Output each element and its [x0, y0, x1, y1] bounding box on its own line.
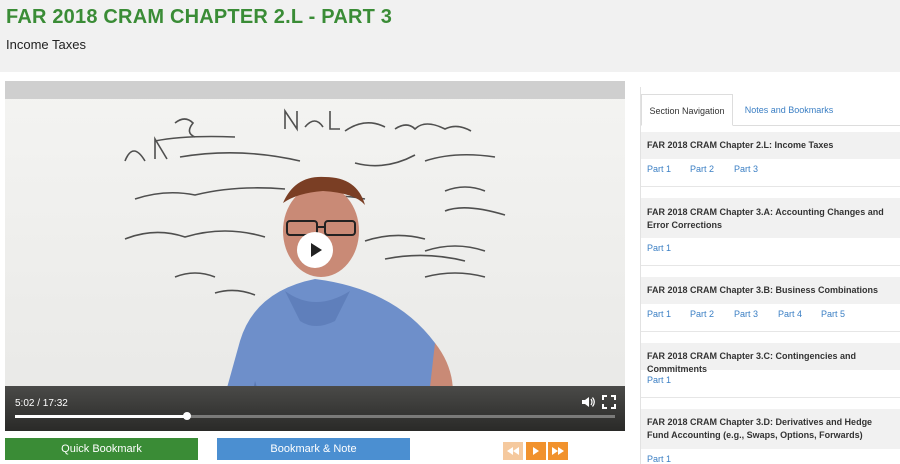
part-link[interactable]: Part 1	[647, 375, 671, 385]
section-title: FAR 2018 CRAM Chapter 3.A: Accounting Ch…	[647, 207, 884, 230]
video-progress-bar[interactable]	[15, 412, 615, 420]
section-divider	[641, 331, 900, 332]
page-header: FAR 2018 CRAM CHAPTER 2.L - PART 3 Incom…	[0, 0, 900, 72]
section-header: FAR 2018 CRAM Chapter 3.A: Accounting Ch…	[641, 198, 900, 238]
section-divider	[641, 397, 900, 398]
section-parts: Part 1	[641, 243, 900, 263]
fullscreen-icon[interactable]	[602, 395, 616, 409]
quick-bookmark-button[interactable]: Quick Bookmark	[5, 438, 198, 460]
page-title: FAR 2018 CRAM CHAPTER 2.L - PART 3	[6, 6, 393, 28]
part-link[interactable]: Part 2	[690, 164, 714, 174]
section-title: FAR 2018 CRAM Chapter 2.L: Income Taxes	[647, 140, 834, 150]
section-header: FAR 2018 CRAM Chapter 2.L: Income Taxes	[641, 132, 900, 159]
rewind-icon	[507, 447, 519, 455]
section-parts: Part 1 Part 2 Part 3	[641, 164, 900, 184]
part-link[interactable]: Part 4	[778, 309, 802, 319]
section-divider	[641, 186, 900, 187]
video-time-display: 5:02 / 17:32	[15, 398, 68, 409]
tab-section-navigation[interactable]: Section Navigation	[641, 94, 733, 126]
section-header: FAR 2018 CRAM Chapter 3.D: Derivatives a…	[641, 409, 900, 449]
section-header: FAR 2018 CRAM Chapter 3.B: Business Comb…	[641, 277, 900, 304]
tab-notes-and-bookmarks[interactable]: Notes and Bookmarks	[734, 94, 844, 126]
part-link[interactable]: Part 1	[647, 454, 671, 464]
section-parts: Part 1	[641, 454, 900, 464]
section-parts: Part 1 Part 2 Part 3 Part 4 Part 5	[641, 309, 900, 329]
part-link[interactable]: Part 3	[734, 164, 758, 174]
next-part-button[interactable]	[548, 442, 568, 460]
part-link[interactable]: Part 1	[647, 164, 671, 174]
section-title: FAR 2018 CRAM Chapter 3.D: Derivatives a…	[647, 417, 873, 440]
bookmark-note-button[interactable]: Bookmark & Note	[217, 438, 410, 460]
side-panel: Section Navigation Notes and Bookmarks F…	[640, 87, 900, 464]
video-control-bar	[5, 386, 625, 431]
section-title: FAR 2018 CRAM Chapter 3.C: Contingencies…	[647, 351, 857, 374]
page-subtitle: Income Taxes	[6, 37, 86, 52]
fast-forward-icon	[552, 447, 564, 455]
section-header: FAR 2018 CRAM Chapter 3.C: Contingencies…	[641, 343, 900, 374]
video-player[interactable]: 5:02 / 17:32	[5, 81, 625, 431]
section-divider	[641, 265, 900, 266]
previous-part-button[interactable]	[503, 442, 523, 460]
play-button[interactable]	[297, 232, 333, 268]
play-part-button[interactable]	[526, 442, 546, 460]
play-icon	[533, 447, 539, 455]
section-parts: Part 1	[641, 375, 900, 395]
part-link[interactable]: Part 3	[734, 309, 758, 319]
volume-icon[interactable]	[581, 395, 595, 409]
video-progress-fill	[15, 415, 188, 418]
part-link[interactable]: Part 1	[647, 309, 671, 319]
part-link[interactable]: Part 5	[821, 309, 845, 319]
part-link[interactable]: Part 2	[690, 309, 714, 319]
panel-tabs: Section Navigation Notes and Bookmarks	[641, 94, 900, 126]
section-title: FAR 2018 CRAM Chapter 3.B: Business Comb…	[647, 285, 879, 295]
content-area: 5:02 / 17:32 Quick Bookmark Bookmark & N…	[0, 72, 900, 464]
part-link[interactable]: Part 1	[647, 243, 671, 253]
